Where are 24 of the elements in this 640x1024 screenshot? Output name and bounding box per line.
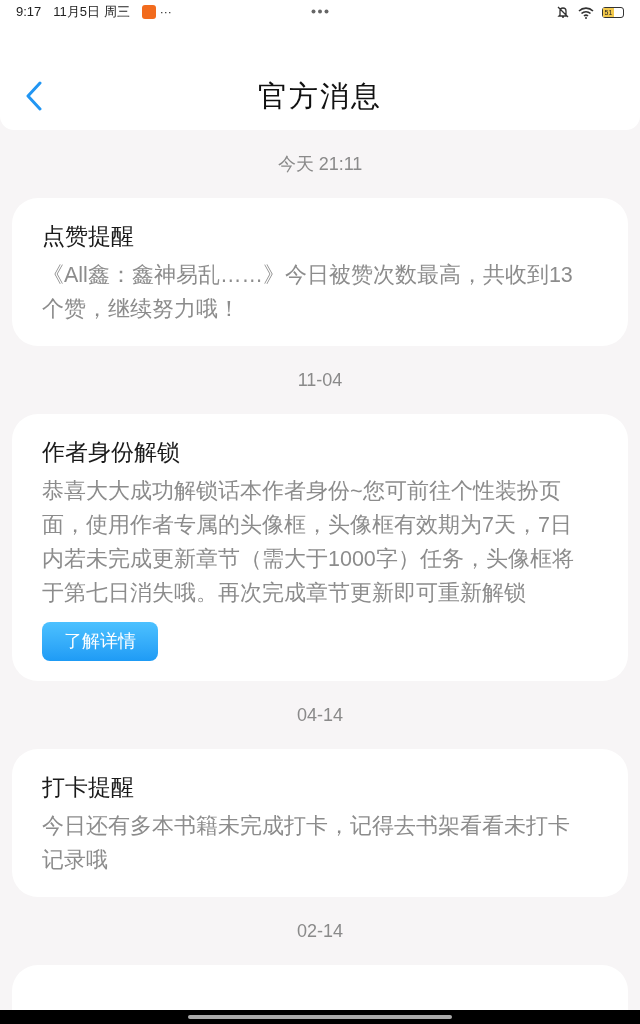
status-date: 11月5日 周三 (53, 3, 130, 22)
message-body: 恭喜大大成功解锁话本作者身份~您可前往个性装扮页面，使用作者专属的头像框，头像框有效期为7天，7日内若未完成更新章节（需大于1000字）任务，头像框将于第七日消失哦。再次完成章节更新即可重新解锁 (42, 478, 575, 607)
message-card[interactable] (12, 965, 628, 1010)
date-label: 02-14 (296, 919, 343, 943)
message-body: 《All鑫：鑫神易乱……》今日被赞次数最高，共收到13个赞，继续努力哦！ (42, 262, 574, 323)
more-notifications: ··· (159, 4, 172, 21)
date-label: 今天 21:11 (277, 152, 363, 176)
message-card[interactable]: 作者身份解锁 恭喜大大成功解锁话本作者身份~您可前往个性装扮页面，使用作者专属的头像框，头像框有效期为7天，7日内若未完成更新章节（需大于1000字）任务，头像框将于第七日消失哦。再次完成章节更新即可重新解锁 了解详情 (12, 414, 628, 681)
message-title: 作者身份解锁 (42, 438, 181, 467)
app-notification-icon (141, 5, 156, 19)
message-body: 今日还有多本书籍未完成打卡，记得去书架看看未打卡记录哦 (42, 813, 571, 874)
message-card[interactable]: 打卡提醒 今日还有多本书籍未完成打卡，记得去书架看看未打卡记录哦 (12, 749, 628, 897)
status-time: 9:17 (16, 3, 42, 22)
page-title: 官方消息 (258, 79, 382, 115)
message-title: 点赞提醒 (42, 222, 135, 251)
dots-icon (311, 9, 329, 14)
message-card[interactable]: 点赞提醒 《All鑫：鑫神易乱……》今日被赞次数最高，共收到13个赞，继续努力哦！ (12, 198, 628, 346)
back-icon (25, 81, 43, 111)
mute-icon (556, 5, 570, 19)
home-indicator[interactable] (188, 1015, 452, 1019)
date-label: 04-14 (296, 703, 343, 727)
message-title: 打卡提醒 (42, 773, 135, 802)
date-label: 11-04 (297, 368, 343, 392)
wifi-icon (578, 5, 594, 19)
